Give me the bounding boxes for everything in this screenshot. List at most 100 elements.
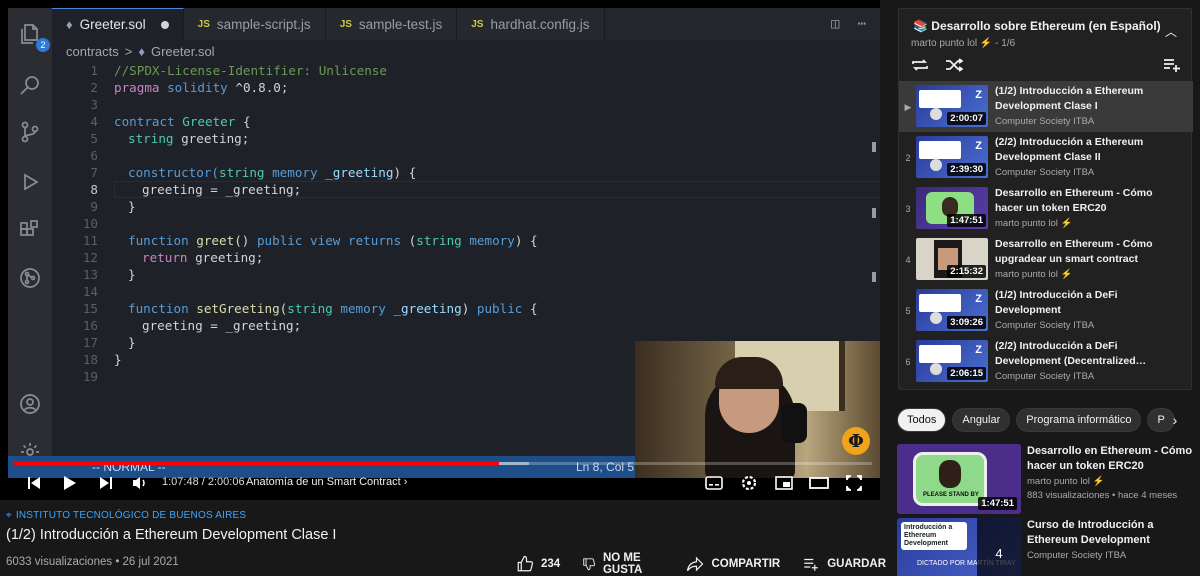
progress-played xyxy=(14,462,499,465)
playlist-item[interactable]: 5 Z 3:09:26 (1/2) Introducción a DeFi Dev… xyxy=(899,285,1193,336)
thumbnail: Z 2:06:15 xyxy=(916,340,988,382)
line-number: 8 xyxy=(90,182,98,197)
thumbnail: Introducción a Ethereum Development DICT… xyxy=(897,518,1021,576)
search-icon xyxy=(16,72,44,100)
playlist-item-channel: marto punto lol ⚡ xyxy=(995,269,1073,280)
progress-bar[interactable] xyxy=(14,462,872,465)
editor-actions: ◫ ⋯ xyxy=(831,16,866,32)
playlist-item-title: (1/2) Introducción a DeFi Development xyxy=(995,289,1118,316)
filter-chips: Todos Angular Programa informático P xyxy=(897,408,1200,434)
video-actions: 234 NO ME GUSTA COMPARTIR GUARDAR xyxy=(516,552,886,576)
now-playing-icon: ▶ xyxy=(904,102,912,112)
player-controls: 1:07:48 / 2:00:06 Anatomía de un Smart C… xyxy=(0,468,880,498)
shuffle-button[interactable] xyxy=(945,55,963,75)
play-button[interactable] xyxy=(58,472,82,494)
line-number: 18 xyxy=(82,352,98,367)
solidity-file-icon: ♦ xyxy=(66,17,73,32)
volume-button[interactable] xyxy=(128,472,152,494)
scrollbar-marker xyxy=(872,208,876,218)
line-number: 6 xyxy=(90,148,98,163)
next-button[interactable] xyxy=(94,472,118,494)
playlist-save-button[interactable] xyxy=(1163,55,1181,75)
playlist-item-title: (2/2) Introducción a DeFi Development (D… xyxy=(995,340,1147,367)
line-number: 15 xyxy=(82,301,98,316)
tab-hardhat-config: JS hardhat.config.js xyxy=(457,8,605,40)
thumbs-down-icon xyxy=(583,558,596,571)
solidity-file-icon: ♦ xyxy=(138,44,145,59)
playlist-item-index: 3 xyxy=(905,204,911,214)
subtitles-button[interactable] xyxy=(702,472,726,494)
recommended-video[interactable]: PLEASE STAND BY 1:47:51 Desarrollo en Et… xyxy=(897,444,1200,514)
source-control-icon xyxy=(16,118,44,146)
playlist-title[interactable]: 📚 Desarrollo sobre Ethereum (en Español) xyxy=(913,19,1161,33)
badge-count: 2 xyxy=(36,38,50,52)
save-button[interactable]: GUARDAR xyxy=(802,555,886,573)
thumbnail: Z 2:00:07 xyxy=(916,85,988,127)
share-button[interactable]: COMPARTIR xyxy=(686,555,780,573)
code-line-16: greeting = _greeting; xyxy=(142,318,302,333)
previous-button[interactable] xyxy=(22,472,46,494)
code-line-9: } xyxy=(128,199,136,214)
playlist-item-title: (1/2) Introducción a Ethereum Developmen… xyxy=(995,85,1144,112)
theater-mode-button[interactable] xyxy=(807,472,831,494)
recommended-meta: 883 visualizaciones • hace 4 meses xyxy=(1027,490,1178,501)
playlist-item-channel: Computer Society ITBA xyxy=(995,116,1095,127)
breadcrumb-separator: > xyxy=(124,44,133,59)
line-number: 16 xyxy=(82,318,98,333)
unsaved-dot-icon xyxy=(160,20,169,29)
playlist-item[interactable]: ▶ Z 2:00:07 (1/2) Introducción a Ethereum… xyxy=(899,81,1193,132)
playlist-item[interactable]: 3 1:47:51 Desarrollo en Ethereum - Cómo … xyxy=(899,183,1193,234)
js-file-icon: JS xyxy=(197,18,210,30)
microphone xyxy=(781,403,807,443)
thumbnail: Z 3:09:26 xyxy=(916,289,988,331)
line-number: 12 xyxy=(82,250,98,265)
code-line-15: function setGreeting(string memory _gree… xyxy=(128,301,538,316)
settings-button[interactable] xyxy=(737,472,761,494)
js-file-icon: JS xyxy=(471,18,484,30)
scrollbar-marker xyxy=(872,272,876,282)
chip-angular[interactable]: Angular xyxy=(952,408,1011,432)
thumbnail: 2:15:32 xyxy=(916,238,988,280)
loop-button[interactable] xyxy=(911,55,929,75)
thumbnail: PLEASE STAND BY 1:47:51 xyxy=(897,444,1021,514)
code-line-7: constructor(string memory _greeting) { xyxy=(128,165,417,180)
video-title: (1/2) Introducción a Ethereum Developmen… xyxy=(6,527,337,543)
code-line-1: //SPDX-License-Identifier: Unlicense xyxy=(114,63,387,78)
share-icon xyxy=(687,556,704,572)
playlist-item[interactable]: 6 Z 2:06:15 (2/2) Introducción a DeFi Dev… xyxy=(899,336,1193,387)
playlist-item-title: (2/2) Introducción a Ethereum Developmen… xyxy=(995,136,1144,163)
chip-todos[interactable]: Todos xyxy=(897,408,947,432)
chip-programa-informatico[interactable]: Programa informático xyxy=(1016,408,1142,432)
code-line-13: } xyxy=(128,267,136,282)
fullscreen-button[interactable] xyxy=(842,472,866,494)
playlist-item-index: 6 xyxy=(905,357,911,367)
recommended-channel: Computer Society ITBA xyxy=(1027,550,1127,561)
line-number: 5 xyxy=(90,131,98,146)
collapse-chevron-icon[interactable]: ︿ xyxy=(1165,23,1177,40)
playlist-item[interactable]: 4 2:15:32 Desarrollo en Ethereum - Cómo … xyxy=(899,234,1193,285)
chapter-title[interactable]: Anatomía de un Smart Contract › xyxy=(246,476,407,488)
line-number: 13 xyxy=(82,267,98,282)
like-button[interactable]: 234 xyxy=(516,555,560,573)
breadcrumb-file: Greeter.sol xyxy=(150,44,215,59)
line-number: 10 xyxy=(82,216,98,231)
miniplayer-button[interactable] xyxy=(772,472,796,494)
time-display: 1:07:48 / 2:00:06 xyxy=(162,476,245,488)
editor-tabs: ♦ Greeter.sol JS sample-script.js JS sam… xyxy=(52,8,880,40)
recommended-channel: marto punto lol ⚡ xyxy=(1027,476,1105,487)
playlist-item[interactable]: 2 Z 2:39:30 (2/2) Introducción a Ethereum… xyxy=(899,132,1193,183)
video-player[interactable]: 2 ♦ Greeter.sol JS sample-script.js JS s… xyxy=(0,0,880,500)
playlist-add-icon xyxy=(804,558,818,571)
playlist-item-title: Desarrollo en Ethereum - Cómo upgradear … xyxy=(995,238,1153,265)
chevron-right-icon[interactable]: › xyxy=(1162,408,1188,432)
line-number: 14 xyxy=(82,284,98,299)
channel-logo-icon: Φ xyxy=(842,427,870,455)
more-actions-icon: ⋯ xyxy=(857,16,866,32)
channel-tag[interactable]: ⌖ INSTITUTO TECNOLÓGICO DE BUENOS AIRES xyxy=(6,510,886,521)
line-number: 2 xyxy=(90,80,98,95)
recommended-playlist[interactable]: Introducción a Ethereum Development DICT… xyxy=(897,518,1200,576)
breadcrumb-folder: contracts xyxy=(66,44,119,59)
playlist-item-title: Desarrollo en Ethereum - Cómo hacer un t… xyxy=(995,187,1153,214)
dislike-button[interactable]: NO ME GUSTA xyxy=(582,552,664,576)
playlist-panel: 📚 Desarrollo sobre Ethereum (en Español)… xyxy=(898,8,1193,390)
